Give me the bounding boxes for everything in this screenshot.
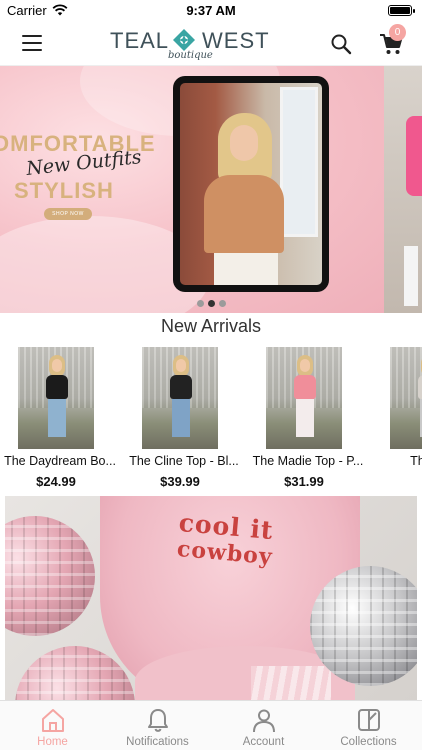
hamburger-menu-icon[interactable] — [22, 35, 42, 51]
new-arrivals-carousel[interactable]: The Daydream Bo... $24.99 The Cline Top - … — [0, 347, 422, 492]
tab-home[interactable]: Home — [0, 701, 105, 750]
user-icon — [253, 709, 275, 733]
status-bar: Carrier 9:37 AM — [0, 0, 422, 22]
carousel-dot[interactable] — [196, 300, 204, 307]
logo-word-left: TEAL — [110, 28, 170, 53]
brand-logo[interactable]: TEAL WEST boutique — [110, 26, 269, 64]
promo-banner[interactable]: cool it cowboy — [5, 496, 417, 700]
product-price: $24.99 — [36, 474, 76, 489]
tab-notifications[interactable]: Notifications — [105, 701, 210, 750]
product-image[interactable] — [266, 347, 342, 449]
battery-icon — [388, 5, 415, 16]
logo-gem-icon — [173, 29, 195, 51]
bottom-tab-bar: Home Notifications Account Collections — [0, 700, 422, 750]
bell-icon — [148, 709, 168, 732]
banner-headline-2: STYLISH — [14, 178, 114, 203]
tab-label: Account — [242, 736, 285, 748]
carousel-dot[interactable] — [207, 300, 215, 307]
product-name: The Madie Top - P... — [252, 454, 364, 468]
product-price: $ — [372, 474, 422, 489]
app-screen: Carrier 9:37 AM TEAL WEST boutique 0 OMF… — [0, 0, 422, 750]
logo-tagline: boutique — [168, 50, 213, 61]
product-name: The Cline Top - Bl... — [129, 454, 239, 468]
banner-tablet-image — [173, 76, 329, 292]
product-name: The Hal — [410, 454, 422, 468]
product-price: $31.99 — [284, 474, 324, 489]
nav-bar: TEAL WEST boutique 0 — [0, 22, 422, 66]
banner-shop-now-button[interactable]: SHOP NOW — [44, 208, 92, 220]
search-icon[interactable] — [330, 33, 352, 55]
tab-label: Notifications — [126, 736, 189, 748]
banner-next-slide-peek[interactable] — [384, 66, 422, 313]
product-price: $39.99 — [160, 474, 200, 489]
cart-count-badge[interactable]: 0 — [389, 24, 406, 41]
product-image[interactable] — [390, 347, 422, 449]
carousel-page-indicator[interactable] — [0, 294, 422, 312]
product-image[interactable] — [18, 347, 94, 449]
tab-label: Collections — [340, 736, 397, 748]
clock: 9:37 AM — [186, 3, 236, 18]
hero-banner-carousel[interactable]: OMFORTABLE New Outfits STYLISH SHOP NOW — [0, 66, 422, 313]
carousel-dot[interactable] — [218, 300, 226, 307]
tab-label: Home — [37, 736, 68, 748]
collections-icon — [358, 709, 380, 731]
product-image[interactable] — [142, 347, 218, 449]
product-name: The Daydream Bo... — [4, 454, 116, 468]
home-icon — [42, 709, 64, 732]
banner-slide[interactable]: OMFORTABLE New Outfits STYLISH SHOP NOW — [0, 66, 384, 313]
tab-account[interactable]: Account — [211, 701, 316, 750]
section-title-new-arrivals: New Arrivals — [160, 316, 262, 336]
tab-collections[interactable]: Collections — [316, 701, 421, 750]
disco-ball-image — [5, 516, 95, 636]
battery-level — [390, 7, 410, 14]
